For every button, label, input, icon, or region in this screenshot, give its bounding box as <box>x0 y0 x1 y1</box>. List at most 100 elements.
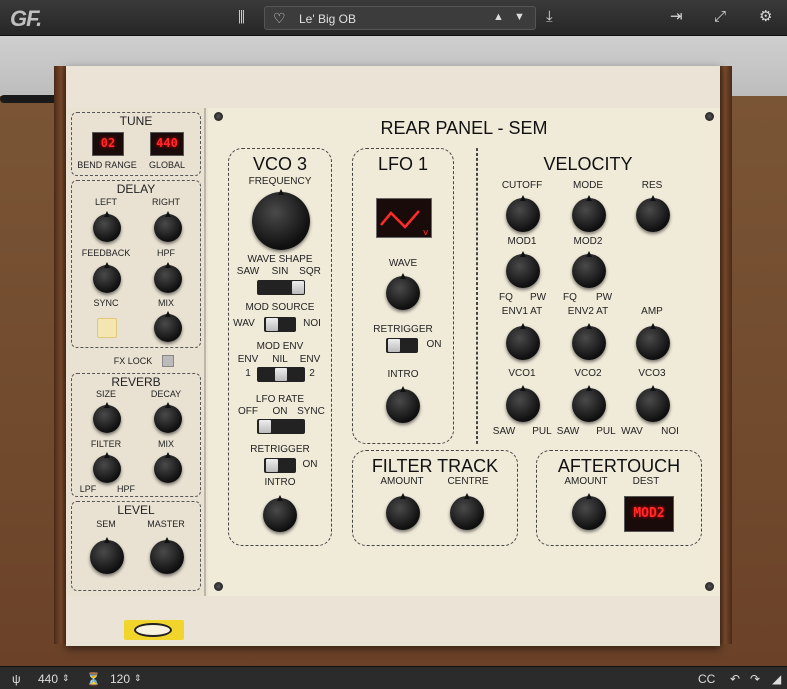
preset-selector[interactable]: ♡ Le' Big OB ▲ ▼ <box>264 6 536 30</box>
vco3-mod-source-switch[interactable] <box>264 317 296 332</box>
reverb-filter-knob[interactable] <box>93 452 121 483</box>
lfo1-title: LFO 1 <box>377 154 429 174</box>
tempo-value[interactable]: 120 <box>110 672 130 686</box>
cc-button[interactable]: CC <box>698 672 715 686</box>
lfo1-wave-display[interactable]: v <box>376 198 432 238</box>
fx-lock-label: FX LOCK <box>113 356 153 366</box>
lfo1-retrigger-on-label: ON <box>426 339 442 350</box>
vco3-env-1-label: 1 <box>245 368 251 379</box>
vel-vco2-knob[interactable] <box>572 385 606 422</box>
lfo1-retrigger-switch[interactable] <box>386 338 418 353</box>
delay-right-knob[interactable] <box>154 211 182 242</box>
vco3-env1-label: ENV <box>237 354 259 365</box>
fx-sidebar: TUNE 02 440 BEND RANGE GLOBAL DELAY LEFT… <box>66 108 206 596</box>
screw-icon <box>214 582 223 591</box>
redo-icon[interactable]: ↷ <box>750 672 760 686</box>
delay-sync-button[interactable] <box>97 318 117 338</box>
reverb-title: REVERB <box>111 375 161 389</box>
sticker-logo <box>124 620 184 640</box>
vco3-lfo-rate-switch[interactable] <box>257 419 305 434</box>
download-icon[interactable]: ⤓ <box>546 9 553 24</box>
aftertouch-amount-knob[interactable] <box>572 493 606 530</box>
vco3-wave-shape-switch[interactable] <box>257 280 305 295</box>
tuning-stepper-icon[interactable]: ⇕ <box>62 673 70 684</box>
vel-mod2-label: MOD2 <box>573 236 603 247</box>
vco3-off-label: OFF <box>238 406 258 417</box>
level-sem-label: SEM <box>96 519 116 529</box>
vco3-frequency-knob[interactable] <box>252 189 310 250</box>
lfo1-wave-icon: v <box>380 210 429 238</box>
delay-mix-knob[interactable] <box>154 311 182 342</box>
fx-lock-checkbox[interactable] <box>162 355 174 367</box>
delay-feedback-knob[interactable] <box>93 262 121 293</box>
rear-panel: REAR PANEL - SEM VCO 3 FREQUENCY WAVE SH… <box>208 108 720 596</box>
vel-amp-label: AMP <box>641 306 663 317</box>
heart-icon[interactable]: ♡ <box>273 10 286 27</box>
vel-cutoff-label: CUTOFF <box>501 180 543 191</box>
tuning-value[interactable]: 440 <box>38 672 58 686</box>
vel-vco3-label: VCO3 <box>638 368 666 379</box>
tune-title: TUNE <box>119 114 153 128</box>
reverb-mix-label: MIX <box>157 439 174 449</box>
vco3-env-2-label: 2 <box>309 368 315 379</box>
global-tune-display[interactable]: 440 <box>150 132 184 156</box>
undo-icon[interactable]: ↶ <box>730 672 740 686</box>
aftertouch-amount-label: AMOUNT <box>564 476 608 487</box>
arrow-up-icon[interactable]: ▲ <box>493 11 504 23</box>
vel-mod1-fq-label: FQ <box>499 292 513 303</box>
vco3-frequency-label: FREQUENCY <box>248 176 312 187</box>
lfo1-intro-knob[interactable] <box>386 386 420 423</box>
expand-icon[interactable]: ⤢ <box>714 9 726 24</box>
vel-mod1-knob[interactable] <box>506 251 540 288</box>
bend-range-label: BEND RANGE <box>77 160 137 170</box>
delay-left-label: LEFT <box>94 197 117 207</box>
vel-amp-knob[interactable] <box>636 323 670 360</box>
aftertouch-title: AFTERTOUCH <box>557 456 681 476</box>
reverb-filter-label: FILTER <box>90 439 122 449</box>
import-icon[interactable]: ⇥ <box>670 9 683 24</box>
vco3-retrigger-switch[interactable] <box>264 458 296 473</box>
vel-vco3-wav-label: WAV <box>621 426 643 437</box>
vel-vco1-knob[interactable] <box>506 385 540 422</box>
vel-res-knob[interactable] <box>636 195 670 232</box>
resize-grip-icon[interactable]: ◢ <box>772 672 781 686</box>
vel-vco2-label: VCO2 <box>574 368 602 379</box>
delay-hpf-knob[interactable] <box>154 262 182 293</box>
vel-vco3-knob[interactable] <box>636 385 670 422</box>
bend-range-display[interactable]: 02 <box>92 132 124 156</box>
vco3-sync-label: SYNC <box>297 406 325 417</box>
vel-mod2-knob[interactable] <box>572 251 606 288</box>
delay-left-knob[interactable] <box>93 211 121 242</box>
vel-env1at-knob[interactable] <box>506 323 540 360</box>
arrow-down-icon[interactable]: ▼ <box>514 11 525 23</box>
vel-vco2-saw-label: SAW <box>556 426 580 437</box>
top-bar: GF. ⫼ ♡ Le' Big OB ▲ ▼ ⤓ ⇥ ⤢ ⚙ <box>0 0 787 36</box>
vco3-mod-env-switch[interactable] <box>257 367 305 382</box>
library-icon[interactable]: ⫼ <box>238 10 245 25</box>
vel-mode-knob[interactable] <box>572 195 606 232</box>
reverb-decay-knob[interactable] <box>154 402 182 433</box>
preset-name: Le' Big OB <box>299 12 356 26</box>
vel-env2at-knob[interactable] <box>572 323 606 360</box>
vco3-wave-shape-label: WAVE SHAPE <box>247 254 313 265</box>
lfo1-wave-knob[interactable] <box>386 273 420 310</box>
vco3-intro-knob[interactable] <box>263 495 297 532</box>
filter-track-amount-knob[interactable] <box>386 493 420 530</box>
vco3-mod-env-label: MOD ENV <box>256 341 304 352</box>
screw-icon <box>705 582 714 591</box>
reverb-mix-knob[interactable] <box>154 452 182 483</box>
svg-text:v: v <box>423 228 429 238</box>
tempo-stepper-icon[interactable]: ⇕ <box>134 673 142 684</box>
app-logo: GF. <box>10 6 42 31</box>
delay-mix-label: MIX <box>157 298 174 308</box>
aftertouch-dest-display[interactable]: MOD2 <box>624 496 674 532</box>
vel-vco1-pul-label: PUL <box>532 426 552 437</box>
gear-icon[interactable]: ⚙ <box>759 9 772 24</box>
reverb-size-knob[interactable] <box>93 402 121 433</box>
filter-track-centre-knob[interactable] <box>450 493 484 530</box>
vel-cutoff-knob[interactable] <box>506 195 540 232</box>
level-sem-knob[interactable] <box>90 537 124 574</box>
lfo1-retrigger-label: RETRIGGER <box>373 324 433 335</box>
level-master-knob[interactable] <box>150 537 184 574</box>
vco3-title: VCO 3 <box>252 154 308 174</box>
